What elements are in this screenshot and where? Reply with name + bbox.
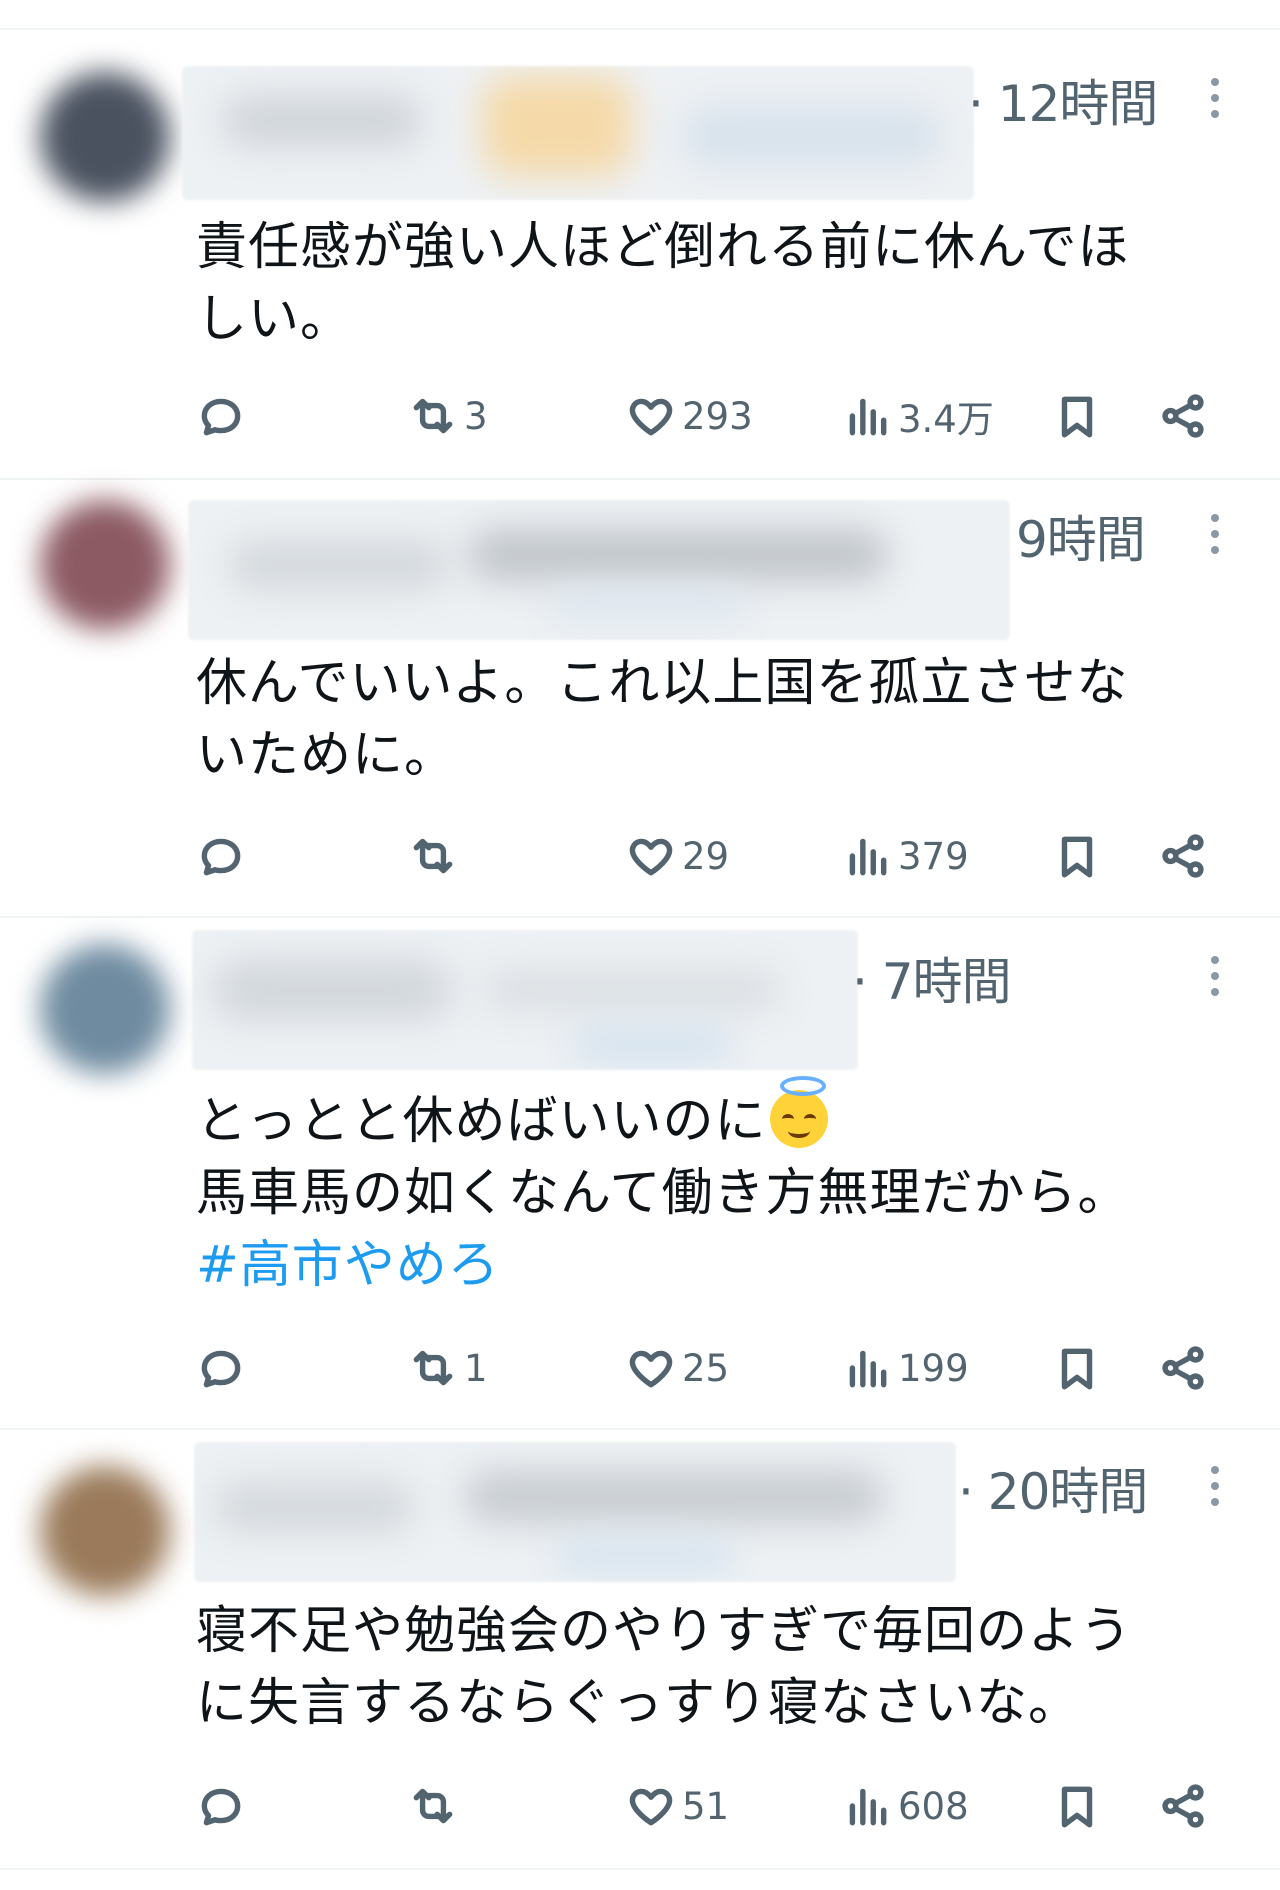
- timestamp[interactable]: · 7時間: [852, 942, 1012, 1014]
- timestamp[interactable]: · 12時間: [968, 64, 1158, 136]
- retweet-count: 3: [464, 394, 488, 438]
- reply-button[interactable]: [196, 826, 252, 886]
- heart-icon: [629, 838, 673, 876]
- hashtag-link[interactable]: #高市やめろ: [196, 1230, 1216, 1302]
- share-icon: [1162, 834, 1204, 878]
- reply-button[interactable]: [196, 386, 252, 446]
- views-button[interactable]: 379: [842, 826, 969, 886]
- retweet-button[interactable]: 1: [408, 1338, 488, 1398]
- avatar[interactable]: [40, 1466, 170, 1596]
- share-button[interactable]: [1158, 386, 1208, 446]
- bookmark-button[interactable]: [1052, 1338, 1102, 1398]
- tweet-text: 寝不足や勉強会のやりすぎで毎回のよう に失言するならぐっすり寝なさいな。: [196, 1596, 1216, 1740]
- tweet-text-line: いために。: [196, 726, 457, 785]
- reply-button[interactable]: [196, 1338, 252, 1398]
- tweet-text-line: に失言するならぐっすり寝なさいな。: [196, 1674, 1081, 1733]
- bookmark-button[interactable]: [1052, 1776, 1102, 1836]
- like-button[interactable]: 51: [626, 1776, 729, 1836]
- action-bar: 51 608: [196, 1776, 1236, 1836]
- share-icon: [1162, 1784, 1204, 1828]
- heart-icon: [629, 1350, 673, 1388]
- bookmark-button[interactable]: [1052, 826, 1102, 886]
- views-bar-chart-icon: [849, 1788, 887, 1826]
- like-count: 293: [682, 394, 753, 438]
- like-count: 51: [682, 1784, 730, 1828]
- more-options-icon[interactable]: [1208, 1466, 1222, 1514]
- views-count: 199: [898, 1346, 969, 1390]
- tweet-text-line: しい。: [196, 290, 353, 349]
- more-options-icon[interactable]: [1208, 956, 1222, 1004]
- like-button[interactable]: 29: [626, 826, 729, 886]
- action-bar: 3 293 3.4万: [196, 386, 1236, 446]
- retweet-icon: [413, 1788, 453, 1824]
- tweet-text: 責任感が強い人ほど倒れる前に休んでほ しい。: [196, 212, 1216, 356]
- divider: [0, 1868, 1280, 1870]
- retweet-button[interactable]: [408, 826, 464, 886]
- reply-icon: [201, 398, 241, 436]
- reply-icon: [201, 838, 241, 876]
- bookmark-icon: [1061, 396, 1093, 438]
- heart-icon: [629, 398, 673, 436]
- views-count: 608: [898, 1784, 969, 1828]
- tweet[interactable]: 9時間 休んでいいよ。これ以上国を孤立させな いために。 29 379: [0, 480, 1280, 916]
- like-button[interactable]: 25: [626, 1338, 729, 1398]
- tweet-text-line: とっとと休めばいいのに: [196, 1076, 1216, 1158]
- bookmark-icon: [1061, 836, 1093, 878]
- like-count: 25: [682, 1346, 730, 1390]
- share-button[interactable]: [1158, 1338, 1208, 1398]
- tweet[interactable]: · 12時間 責任感が強い人ほど倒れる前に休んでほ しい。 3 293 3.4万: [0, 40, 1280, 476]
- blurred-username[interactable]: [194, 1442, 956, 1582]
- tweet-text-line: 責任感が強い人ほど倒れる前に休んでほ: [196, 218, 1130, 277]
- reply-icon: [201, 1350, 241, 1388]
- retweet-count: 1: [464, 1346, 488, 1390]
- action-bar: 29 379: [196, 826, 1236, 886]
- blurred-username[interactable]: [192, 930, 858, 1070]
- timestamp[interactable]: · 20時間: [958, 1452, 1148, 1524]
- reply-icon: [201, 1788, 241, 1826]
- smiling-face-with-halo-icon: [770, 1076, 829, 1148]
- bookmark-icon: [1061, 1348, 1093, 1390]
- more-options-icon[interactable]: [1208, 514, 1222, 562]
- avatar[interactable]: [40, 944, 170, 1074]
- like-button[interactable]: 293: [626, 386, 753, 446]
- avatar[interactable]: [40, 500, 170, 630]
- tweet-text: 休んでいいよ。これ以上国を孤立させな いために。: [196, 648, 1216, 792]
- retweet-icon: [413, 1350, 453, 1386]
- tweet-text-line: 寝不足や勉強会のやりすぎで毎回のよう: [196, 1602, 1133, 1661]
- retweet-button[interactable]: 3: [408, 386, 488, 446]
- views-bar-chart-icon: [849, 1350, 887, 1388]
- tweet-text-line: 休んでいいよ。これ以上国を孤立させな: [196, 654, 1129, 713]
- retweet-button[interactable]: [408, 1776, 464, 1836]
- share-button[interactable]: [1158, 826, 1208, 886]
- retweet-icon: [413, 838, 453, 874]
- share-icon: [1162, 394, 1204, 438]
- share-button[interactable]: [1158, 1776, 1208, 1836]
- bookmark-icon: [1061, 1786, 1093, 1828]
- views-button[interactable]: 608: [842, 1776, 969, 1836]
- tweet-text-segment: とっとと休めばいいのに: [196, 1092, 767, 1151]
- blurred-username[interactable]: [188, 500, 1010, 640]
- tweet[interactable]: · 7時間 とっとと休めばいいのに 馬車馬の如くなんて働き方無理だから。 #高市…: [0, 918, 1280, 1426]
- timestamp[interactable]: 9時間: [1016, 500, 1146, 572]
- retweet-icon: [413, 398, 453, 434]
- tweet-text: とっとと休めばいいのに 馬車馬の如くなんて働き方無理だから。 #高市やめろ: [196, 1076, 1216, 1302]
- tweet-text-line: 馬車馬の如くなんて働き方無理だから。: [196, 1164, 1130, 1223]
- views-bar-chart-icon: [849, 398, 887, 436]
- tweet[interactable]: · 20時間 寝不足や勉強会のやりすぎで毎回のよう に失言するならぐっすり寝なさ…: [0, 1430, 1280, 1866]
- views-count: 3.4万: [898, 398, 994, 441]
- views-button[interactable]: 199: [842, 1338, 969, 1398]
- share-icon: [1162, 1346, 1204, 1390]
- more-options-icon[interactable]: [1208, 78, 1222, 126]
- like-count: 29: [682, 834, 730, 878]
- blurred-username[interactable]: [182, 66, 974, 200]
- bookmark-button[interactable]: [1052, 386, 1102, 446]
- views-button[interactable]: 3.4万: [842, 386, 994, 446]
- divider: [0, 28, 1280, 30]
- views-count: 379: [898, 834, 969, 878]
- action-bar: 1 25 199: [196, 1338, 1236, 1398]
- heart-icon: [629, 1788, 673, 1826]
- reply-button[interactable]: [196, 1776, 252, 1836]
- avatar[interactable]: [40, 72, 170, 202]
- views-bar-chart-icon: [849, 838, 887, 876]
